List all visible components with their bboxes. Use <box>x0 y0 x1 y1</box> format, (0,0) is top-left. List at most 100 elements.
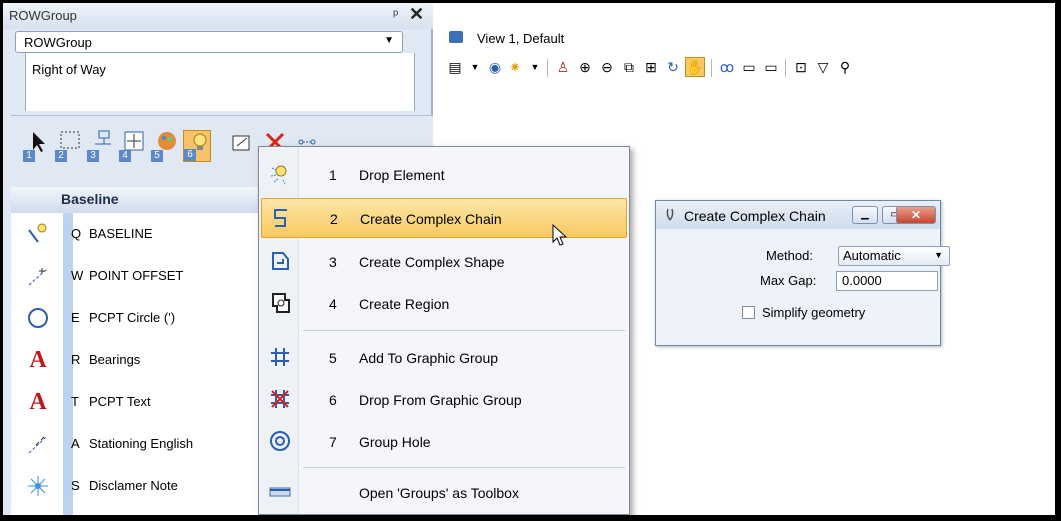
fit-view-icon[interactable]: ⊞ <box>641 57 661 77</box>
tool-group-dropdown[interactable]: ROWGroup ▼ <box>15 31 403 53</box>
previous-view-icon[interactable]: ▭ <box>739 57 759 77</box>
max-gap-label: Max Gap: <box>760 273 817 288</box>
max-gap-value: 0.0000 <box>842 273 882 288</box>
menu-item-drop-element[interactable]: 1 Drop Element <box>261 155 627 195</box>
close-icon[interactable]: ✕ <box>409 4 424 25</box>
baseline-icon <box>25 221 51 247</box>
method-value: Automatic <box>843 248 901 263</box>
tool-number: 1 <box>23 150 35 162</box>
menu-item-create-complex-shape[interactable]: 3 Create Complex Shape <box>261 242 627 282</box>
scale-tool[interactable] <box>227 130 255 162</box>
menu-item-drop-from-graphic-group[interactable]: 6 Drop From Graphic Group <box>261 380 627 420</box>
tool-number: 5 <box>151 150 163 162</box>
menu-item-number: 2 <box>330 211 338 227</box>
chevron-down-icon: ▼ <box>934 250 943 260</box>
item-label: Stationing English <box>89 436 194 451</box>
move-tool[interactable]: 4 <box>119 130 147 162</box>
menu-item-create-complex-chain[interactable]: 2 Create Complex Chain <box>261 198 627 238</box>
shortcut-key: A <box>71 436 80 451</box>
separator <box>785 59 786 77</box>
update-view-icon[interactable]: ♙ <box>553 57 573 77</box>
shortcut-key: T <box>71 394 79 409</box>
menu-item-label: Create Complex Shape <box>359 254 505 270</box>
view-title-bar[interactable]: View 1, Default <box>437 25 1055 51</box>
chevron-down-icon[interactable]: ▼ <box>465 57 485 77</box>
pin-icon[interactable]: ᵖ <box>393 6 398 22</box>
clip-volume-icon[interactable]: ▽ <box>813 57 833 77</box>
item-label: POINT OFFSET <box>89 268 184 283</box>
next-view-icon[interactable]: ▭ <box>761 57 781 77</box>
menu-item-group-hole[interactable]: 7 Group Hole <box>261 422 627 462</box>
fence-tool[interactable]: 2 <box>55 130 83 162</box>
copy-view-icon[interactable]: ⊡ <box>791 57 811 77</box>
tool-number: 2 <box>55 150 67 162</box>
pan-view-icon[interactable]: ✋ <box>685 57 705 77</box>
walk-icon[interactable]: ꝏ <box>717 57 737 77</box>
menu-item-label: Group Hole <box>359 434 431 450</box>
dialog-title: Create Complex Chain <box>684 208 826 224</box>
text-icon: A <box>29 346 47 373</box>
dropdown-value: ROWGroup <box>24 35 92 50</box>
flowchart-tool[interactable]: 3 <box>87 130 115 162</box>
menu-item-number: 3 <box>329 254 337 270</box>
complex-chain-icon <box>268 205 294 231</box>
chevron-down-icon[interactable]: ▼ <box>525 57 545 77</box>
shortcut-key: R <box>71 352 81 367</box>
toolbox-icon <box>267 479 293 505</box>
palette-tool[interactable]: 5 <box>151 130 179 162</box>
menu-item-label: Drop Element <box>359 167 445 183</box>
menu-separator <box>303 330 625 331</box>
select-element-tool[interactable]: 1 <box>23 130 51 162</box>
menu-item-number: 7 <box>329 434 337 450</box>
graphic-group-add-icon <box>267 344 293 370</box>
shortcut-key: S <box>71 478 80 493</box>
simplify-geometry-label: Simplify geometry <box>762 305 866 320</box>
method-label: Method: <box>766 248 813 263</box>
tool-number: 4 <box>119 150 131 162</box>
menu-item-number: 5 <box>329 350 337 366</box>
text-icon: A <box>29 388 47 415</box>
menu-item-number: 1 <box>329 167 337 183</box>
clip-mask-icon[interactable]: ⚲ <box>835 57 855 77</box>
shortcut-key: W <box>71 268 84 283</box>
application-window: ROWGroup ᵖ ✕ ROWGroup ▼ Right of Way 1 2… <box>3 3 1055 515</box>
zoom-in-icon[interactable]: ⊕ <box>575 57 595 77</box>
panel-title-bar[interactable]: ROWGroup ᵖ ✕ <box>3 3 433 29</box>
item-label: PCPT Circle (') <box>89 310 176 325</box>
menu-item-label: Create Complex Chain <box>360 211 502 227</box>
menu-item-label: Open 'Groups' as Toolbox <box>359 485 519 501</box>
close-button[interactable]: ✕ <box>896 206 936 224</box>
menu-item-open-as-toolbox[interactable]: Open 'Groups' as Toolbox <box>261 473 627 513</box>
item-label: Bearings <box>89 352 141 367</box>
scale-icon <box>232 135 250 151</box>
item-label: PCPT Text <box>89 394 151 409</box>
tool-number: 6 <box>184 149 196 161</box>
menu-item-add-to-graphic-group[interactable]: 5 Add To Graphic Group <box>261 338 627 378</box>
simplify-geometry-checkbox[interactable] <box>742 306 755 319</box>
lighting-icon[interactable]: ✷ <box>505 57 525 77</box>
menu-item-create-region[interactable]: 4 Create Region <box>261 284 627 324</box>
rotate-view-icon[interactable]: ↻ <box>663 57 683 77</box>
view-title: View 1, Default <box>477 31 565 46</box>
stationing-icon <box>25 431 51 457</box>
graphic-group-drop-icon <box>267 386 293 412</box>
menu-item-label: Add To Graphic Group <box>359 350 499 366</box>
menu-separator <box>303 467 625 468</box>
zoom-out-icon[interactable]: ⊖ <box>597 57 617 77</box>
minimize-button[interactable]: ▁ <box>852 206 878 224</box>
list-title: Baseline <box>61 191 119 207</box>
mouse-cursor-icon <box>551 223 569 250</box>
window-area-icon[interactable]: ⧉ <box>619 57 639 77</box>
max-gap-input[interactable]: 0.0000 <box>836 271 938 291</box>
tool-number: 3 <box>87 150 99 162</box>
tab-right-of-way[interactable]: Right of Way <box>25 53 415 111</box>
region-icon <box>267 290 293 316</box>
method-dropdown[interactable]: Automatic ▼ <box>838 246 950 266</box>
groups-context-menu: 1 Drop Element 2 Create Complex Chain 3 … <box>258 146 630 515</box>
groups-tool[interactable]: 6 <box>183 130 211 162</box>
note-star-icon <box>25 473 51 499</box>
display-style-icon[interactable]: ◉ <box>485 57 505 77</box>
view-icon <box>449 31 463 43</box>
circle-icon <box>25 305 51 331</box>
view-attributes-icon[interactable]: ▤ <box>445 57 465 77</box>
